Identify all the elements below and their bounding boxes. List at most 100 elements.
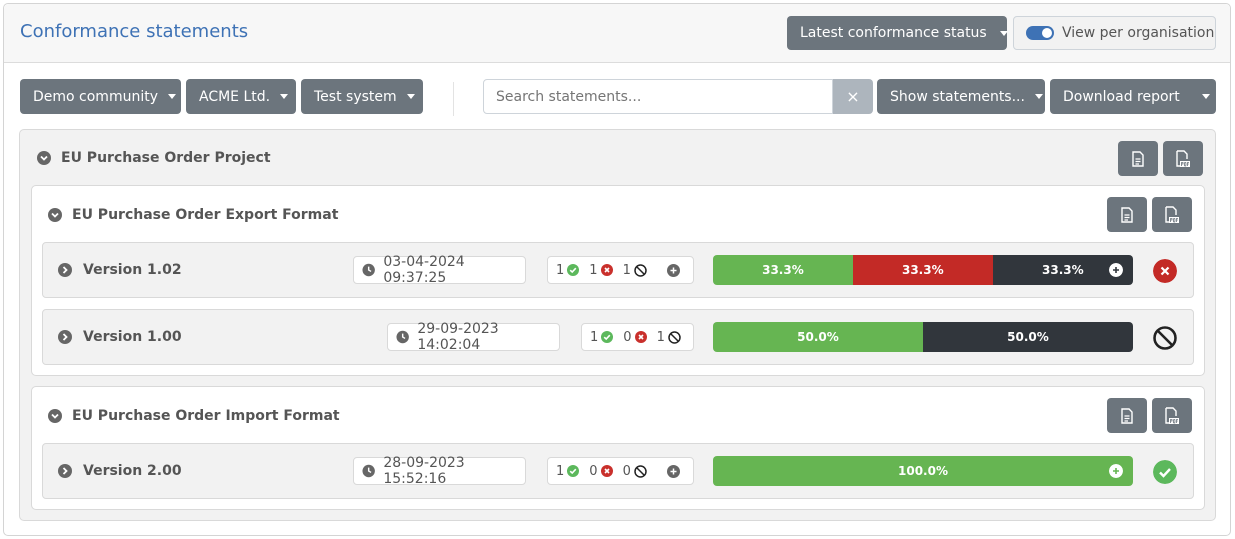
plus-circle-icon[interactable] [666, 263, 680, 277]
latest-conformance-status-dropdown[interactable]: Latest conformance status [787, 16, 1008, 50]
x-circle-icon [600, 465, 613, 477]
progress-success-segment: 100.0% [713, 456, 1133, 486]
last-update-badge: 29-09-2023 14:02:04 [387, 321, 560, 353]
check-circle-icon [567, 264, 580, 276]
progress-success-segment: 33.3% [713, 255, 853, 285]
last-update-date: 29-09-2023 14:02:04 [417, 321, 499, 353]
community-label: Demo community [33, 88, 158, 105]
filter-divider [453, 82, 454, 116]
system-dropdown[interactable]: Test system [301, 79, 423, 114]
clear-search-button[interactable]: × [833, 79, 873, 114]
undefined-count: 1 [656, 329, 665, 345]
test-counts-badge: 1 0 0 [547, 457, 694, 485]
toggle-switch-icon[interactable] [1026, 26, 1054, 40]
x-circle-icon [600, 264, 613, 276]
version-row[interactable]: Version 1.00 29-09-2023 14:02:04 1 0 1 5… [42, 309, 1194, 365]
clock-icon [362, 464, 375, 478]
caret-down-icon [1201, 94, 1210, 99]
document-icon [1132, 150, 1144, 167]
close-icon: × [846, 87, 860, 106]
ban-icon [634, 464, 647, 478]
progress-undefined-segment: 50.0% [923, 322, 1133, 352]
chevron-down-icon[interactable] [37, 151, 51, 165]
failed-count: 1 [589, 262, 598, 278]
caret-down-icon [280, 94, 289, 99]
toggle-label: View per organisation [1062, 25, 1215, 41]
test-counts-badge: 1 0 1 [581, 323, 694, 351]
download-report-label: Download report [1063, 88, 1180, 105]
caret-down-icon [1034, 94, 1043, 99]
ban-icon [634, 263, 647, 277]
pdf-file-icon [1176, 149, 1190, 167]
failed-count: 0 [589, 463, 598, 479]
chevron-down-icon[interactable] [48, 409, 62, 423]
page-title: Conformance statements [20, 21, 249, 42]
project-pdf-report-button[interactable] [1163, 141, 1203, 176]
conformance-statements-card: Conformance statements Latest conformanc… [3, 3, 1231, 536]
download-report-dropdown[interactable]: Download report [1050, 79, 1216, 114]
success-status-icon [1153, 460, 1177, 484]
last-update-badge: 03-04-2024 09:37:25 [353, 254, 526, 286]
success-percentage: 100.0% [898, 464, 948, 478]
chevron-right-icon[interactable] [58, 464, 72, 478]
pdf-file-icon [1165, 406, 1179, 424]
show-statements-dropdown[interactable]: Show statements... [877, 79, 1045, 114]
project-xml-report-button[interactable] [1118, 141, 1158, 176]
progress-bar: 33.3% 33.3% 33.3% [713, 255, 1133, 285]
plus-circle-icon[interactable] [1108, 263, 1123, 277]
version-row[interactable]: Version 2.00 28-09-2023 15:52:16 1 0 0 1… [42, 443, 1194, 499]
plus-circle-icon[interactable] [1109, 464, 1123, 478]
success-count: 1 [590, 329, 599, 345]
chevron-right-icon[interactable] [58, 330, 72, 344]
caret-down-icon [999, 30, 1008, 36]
chevron-right-icon[interactable] [58, 263, 72, 277]
progress-success-segment: 50.0% [713, 322, 923, 352]
version-row[interactable]: Version 1.02 03-04-2024 09:37:25 1 1 1 3… [42, 242, 1194, 298]
success-count: 1 [556, 463, 565, 479]
version-name: Version 1.02 [83, 262, 182, 278]
progress-undefined-segment: 33.3% [992, 255, 1133, 285]
plus-circle-icon[interactable] [666, 464, 680, 478]
x-circle-icon [634, 331, 647, 343]
undefined-count: 0 [622, 463, 631, 479]
failed-percentage: 33.3% [901, 263, 944, 277]
ban-icon [668, 330, 681, 344]
last-update-date: 03-04-2024 09:37:25 [383, 254, 465, 286]
undefined-percentage: 33.3% [1042, 263, 1084, 277]
caret-down-icon [406, 94, 415, 99]
success-percentage: 33.3% [762, 263, 804, 277]
specification-name[interactable]: EU Purchase Order Import Format [72, 408, 340, 424]
spec-pdf-report-button[interactable] [1152, 197, 1192, 232]
specification-name[interactable]: EU Purchase Order Export Format [72, 207, 338, 223]
view-per-organisation-toggle[interactable]: View per organisation [1013, 16, 1216, 50]
spec-xml-report-button[interactable] [1107, 197, 1147, 232]
last-update-date: 28-09-2023 15:52:16 [383, 455, 465, 487]
progress-failed-segment: 33.3% [852, 255, 993, 285]
last-update-badge: 28-09-2023 15:52:16 [353, 455, 526, 487]
check-circle-icon [601, 331, 614, 343]
undefined-percentage: 50.0% [1007, 330, 1049, 344]
failed-count: 0 [623, 329, 632, 345]
system-label: Test system [314, 88, 397, 105]
progress-bar: 50.0% 50.0% [713, 322, 1133, 352]
progress-bar: 100.0% [713, 456, 1133, 486]
document-icon [1121, 206, 1133, 223]
search-input[interactable] [483, 79, 833, 114]
spec-xml-report-button[interactable] [1107, 398, 1147, 433]
spec-pdf-report-button[interactable] [1152, 398, 1192, 433]
caret-down-icon [168, 94, 176, 99]
test-counts-badge: 1 1 1 [547, 256, 694, 284]
specification-panel: EU Purchase Order Export Format Version … [31, 185, 1205, 376]
undefined-count: 1 [622, 262, 631, 278]
project-name[interactable]: EU Purchase Order Project [61, 150, 271, 166]
chevron-down-icon[interactable] [48, 208, 62, 222]
organisation-dropdown[interactable]: ACME Ltd. [186, 79, 296, 114]
community-dropdown[interactable]: Demo community [20, 79, 181, 114]
organisation-label: ACME Ltd. [199, 88, 271, 105]
clock-icon [362, 263, 375, 277]
version-name: Version 2.00 [83, 463, 182, 479]
pdf-file-icon [1165, 205, 1179, 223]
document-icon [1121, 407, 1133, 424]
success-percentage: 50.0% [797, 330, 839, 344]
version-name: Version 1.00 [83, 329, 182, 345]
